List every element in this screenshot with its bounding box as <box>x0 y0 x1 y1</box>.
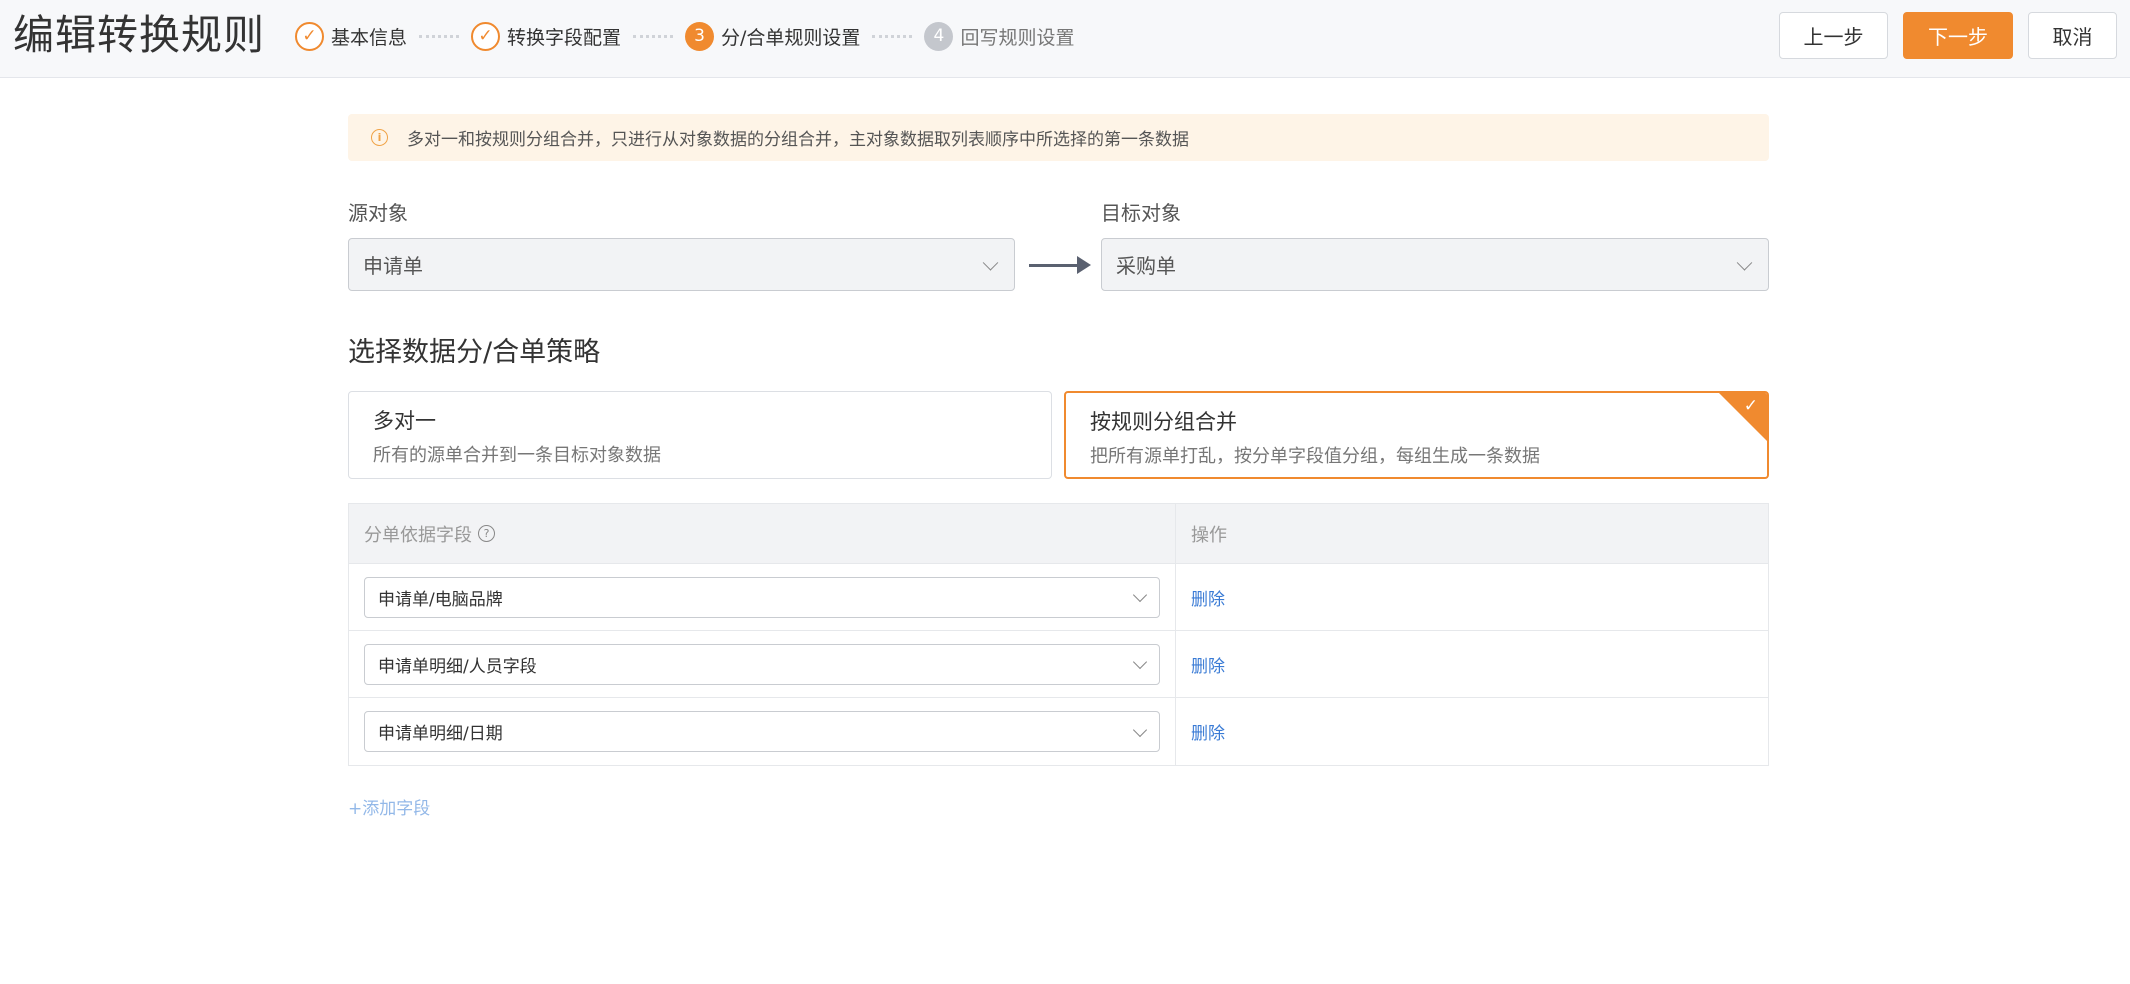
strategy-option-group-merge[interactable]: 按规则分组合并 把所有源单打乱，按分单字段值分组，每组生成一条数据 ✓ <box>1064 391 1769 479</box>
step-writeback: 4 回写规则设置 <box>924 21 1074 51</box>
step-connector <box>633 34 674 38</box>
step-number-badge: 4 <box>924 21 954 51</box>
strategy-option-title: 多对一 <box>373 409 436 433</box>
split-field-value: 申请单明细/人员字段 <box>378 656 537 677</box>
strategy-option-desc: 把所有源单打乱，按分单字段值分组，每组生成一条数据 <box>1090 446 1540 467</box>
info-notice: i 多对一和按规则分组合并，只进行从对象数据的分组合并，主对象数据取列表顺序中所… <box>348 114 1769 161</box>
table-row: 申请单/电脑品牌 删除 <box>349 564 1768 631</box>
split-field-select[interactable]: 申请单明细/人员字段 <box>364 643 1160 685</box>
column-header-action: 操作 <box>1191 524 1227 546</box>
step-label: 转换字段配置 <box>507 26 622 49</box>
help-icon[interactable]: ? <box>478 525 495 542</box>
check-icon: ✓ <box>1743 396 1758 416</box>
chevron-down-icon <box>1132 587 1148 603</box>
column-header-label: 分单依据字段 <box>364 524 472 546</box>
split-field-value: 申请单/电脑品牌 <box>378 589 503 610</box>
split-field-select[interactable]: 申请单/电脑品牌 <box>364 576 1160 618</box>
step-split-merge: 3 分/合单规则设置 <box>685 21 860 51</box>
step-done-check-icon: ✓ <box>471 21 501 51</box>
chevron-down-icon <box>1736 254 1753 271</box>
chevron-down-icon <box>1132 722 1148 737</box>
field-cell: 申请单明细/人员字段 <box>349 631 1176 697</box>
split-field-select[interactable]: 申请单明细/日期 <box>364 711 1160 752</box>
header-bar: 编辑转换规则 ✓ 基本信息 ✓ 转换字段配置 3 分/合单规则设置 4 回写规则… <box>0 0 2130 78</box>
step-number-badge: 3 <box>685 21 715 51</box>
field-cell: 申请单/电脑品牌 <box>349 564 1176 630</box>
chevron-down-icon <box>1132 654 1148 670</box>
action-cell: 删除 <box>1176 564 1225 630</box>
table-row: 申请单明细/日期 删除 <box>349 698 1768 765</box>
table-row: 申请单明细/人员字段 删除 <box>349 631 1768 698</box>
step-connector <box>872 34 913 38</box>
cancel-button[interactable]: 取消 <box>2028 12 2117 59</box>
info-icon: i <box>371 129 388 146</box>
next-step-button[interactable]: 下一步 <box>1903 12 2013 59</box>
add-field-link[interactable]: +添加字段 <box>348 794 430 819</box>
strategy-option-title: 按规则分组合并 <box>1090 410 1237 434</box>
strategy-section-title: 选择数据分/合单策略 <box>348 337 601 368</box>
prev-step-button[interactable]: 上一步 <box>1779 12 1888 59</box>
target-object-label: 目标对象 <box>1101 201 1181 225</box>
target-object-value: 采购单 <box>1116 254 1176 278</box>
step-field-mapping: ✓ 转换字段配置 <box>471 21 621 51</box>
step-connector <box>419 34 460 38</box>
step-indicator: ✓ 基本信息 ✓ 转换字段配置 3 分/合单规则设置 4 回写规则设置 <box>295 21 1074 51</box>
source-object-label: 源对象 <box>348 201 408 225</box>
column-header-field: 分单依据字段 ? <box>349 504 1176 563</box>
source-object-value: 申请单 <box>363 254 423 278</box>
field-cell: 申请单明细/日期 <box>349 698 1176 765</box>
arrow-right-icon <box>1029 256 1091 274</box>
step-basic-info: ✓ 基本信息 <box>295 21 407 51</box>
step-label: 回写规则设置 <box>960 26 1075 49</box>
strategy-option-desc: 所有的源单合并到一条目标对象数据 <box>373 445 661 466</box>
page-title: 编辑转换规则 <box>13 11 265 59</box>
notice-text: 多对一和按规则分组合并，只进行从对象数据的分组合并，主对象数据取列表顺序中所选择… <box>407 130 1189 150</box>
source-object-select[interactable]: 申请单 <box>348 238 1015 291</box>
step-done-check-icon: ✓ <box>295 21 324 51</box>
action-cell: 删除 <box>1176 631 1225 697</box>
step-label: 分/合单规则设置 <box>721 26 861 49</box>
delete-link[interactable]: 删除 <box>1191 585 1225 610</box>
split-field-value: 申请单明细/日期 <box>378 724 503 744</box>
table-header: 分单依据字段 ? 操作 <box>349 504 1768 564</box>
delete-link[interactable]: 删除 <box>1191 652 1225 677</box>
chevron-down-icon <box>982 254 999 271</box>
target-object-select[interactable]: 采购单 <box>1101 238 1769 291</box>
strategy-option-many-to-one[interactable]: 多对一 所有的源单合并到一条目标对象数据 <box>348 391 1052 479</box>
delete-link[interactable]: 删除 <box>1191 719 1225 744</box>
step-label: 基本信息 <box>331 26 408 49</box>
split-fields-table: 分单依据字段 ? 操作 申请单/电脑品牌 删除 申请单明细/人员字段 删除 申请… <box>348 503 1769 766</box>
action-cell: 删除 <box>1176 698 1225 765</box>
